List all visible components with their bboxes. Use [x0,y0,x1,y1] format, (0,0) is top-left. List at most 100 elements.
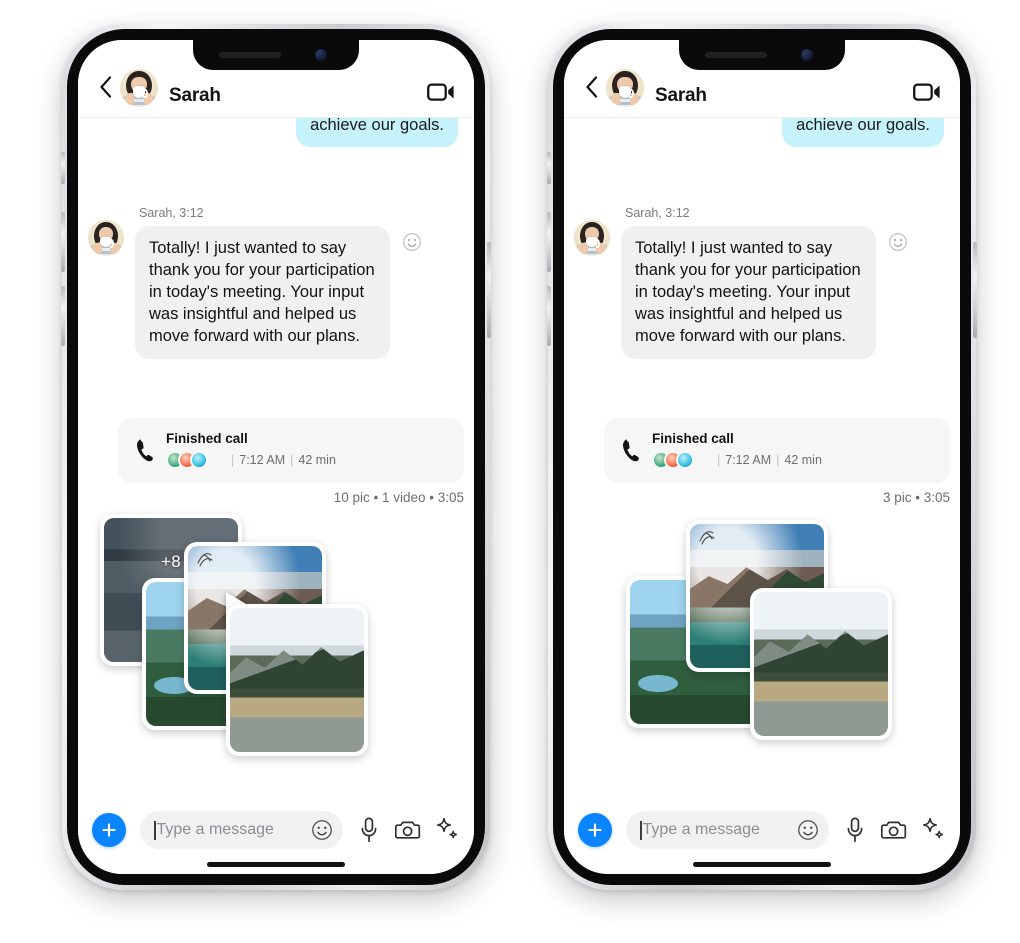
phone-icon [132,436,156,464]
message-meta: Sarah, 3:12 [139,206,204,220]
avatar[interactable] [120,69,158,107]
finished-call-card[interactable]: Finished call | 7:12 AM | 42 min [118,418,464,483]
message-input-placeholder: Type a message [156,821,274,838]
back-button[interactable] [578,67,604,107]
participant-avatar [190,451,208,469]
call-subtitle: | 7:12 AM | 42 min [166,451,336,469]
finished-call-card[interactable]: Finished call | 7:12 AM | 42 min [604,418,950,483]
volume-down-button[interactable] [61,286,65,346]
home-indicator [693,862,831,867]
message-input[interactable]: Type a message [626,811,829,849]
message-meta: Sarah, 3:12 [625,206,690,220]
power-button[interactable] [973,242,977,338]
message-input-placeholder: Type a message [642,821,760,838]
call-separator: | [290,453,294,467]
emoji-button[interactable] [797,819,819,841]
call-subtitle: | 7:12 AM | 42 min [652,451,822,469]
volume-up-button[interactable] [547,212,551,272]
power-button[interactable] [487,242,491,338]
speaker-slot-icon [219,52,281,58]
incoming-message-bubble[interactable]: Totally! I just wanted to say thank you … [135,226,390,360]
message-list[interactable]: achieve our goals. Sarah, 3:12 Totally! … [78,104,474,800]
mute-switch-button[interactable] [547,152,551,184]
message-input[interactable]: Type a message [140,811,343,849]
outgoing-message-text: achieve our goals. [796,116,930,134]
call-participants-avatars [652,451,704,469]
call-duration: 42 min [298,453,336,467]
phone-handset-icon [622,439,639,462]
voice-message-button[interactable] [356,817,382,843]
plus-icon [102,823,116,837]
media-card[interactable] [226,604,368,756]
voice-message-button[interactable] [842,817,868,843]
notch [679,40,845,70]
video-call-button[interactable] [426,77,456,107]
call-title: Finished call [652,431,734,446]
photo-thumbnail [754,592,888,736]
phone-mockup-right: Sarah achieve our goals. Sarah, 3:12 Tot… [547,24,977,890]
phone-icon [618,436,642,464]
front-camera-icon [315,49,327,61]
emoji-button[interactable] [311,819,333,841]
message-list[interactable]: achieve our goals. Sarah, 3:12 Totally! … [564,104,960,800]
add-attachment-button[interactable] [92,813,126,847]
avatar-artwork [120,69,158,107]
call-details: | 7:12 AM | 42 min [226,453,336,467]
back-button[interactable] [92,67,118,107]
ai-suggestions-button[interactable] [920,817,946,843]
avatar-artwork [574,220,610,256]
home-indicator [207,862,345,867]
video-camera-icon [427,83,454,101]
message-avatar[interactable] [574,220,610,256]
speaker-slot-icon [705,52,767,58]
message-avatar[interactable] [88,220,124,256]
text-cursor [154,820,156,840]
incoming-message-body: Sarah, 3:12 Totally! I just wanted to sa… [621,206,950,360]
media-photo-stack[interactable] [574,510,954,762]
front-camera-icon [801,49,813,61]
ai-suggestions-button[interactable] [434,817,460,843]
avatar-artwork [606,69,644,107]
call-card-text: Finished call | 7:12 AM | 42 min [166,431,336,469]
call-participants-avatars [166,451,218,469]
call-separator: | [231,453,235,467]
video-camera-icon [913,83,940,101]
more-items-badge: +8 [161,552,181,571]
incoming-message-row: Sarah, 3:12 Totally! I just wanted to sa… [88,206,464,360]
phone-mockup-left: Sarah achieve our goals. Sarah, 3:12 Tot… [61,24,491,890]
call-duration: 42 min [784,453,822,467]
incoming-message-body: Sarah, 3:12 Totally! I just wanted to sa… [135,206,464,360]
sparkle-icon [922,817,944,839]
media-card[interactable] [750,588,892,740]
add-reaction-button[interactable] [888,232,908,252]
microphone-icon [847,817,863,843]
scribble-mark-icon [699,531,715,545]
camera-button[interactable] [395,817,421,843]
volume-up-button[interactable] [61,212,65,272]
photo-thumbnail [230,608,364,752]
avatar[interactable] [606,69,644,107]
incoming-message-bubble[interactable]: Totally! I just wanted to say thank you … [621,226,876,360]
plus-icon [588,823,602,837]
bubble-line: Totally! I just wanted to say thank you … [621,226,950,360]
add-attachment-button[interactable] [578,813,612,847]
phone-screen-right: Sarah achieve our goals. Sarah, 3:12 Tot… [564,40,960,874]
call-separator: | [776,453,780,467]
call-time: 7:12 AM [239,453,286,467]
smiley-icon [889,233,907,251]
text-cursor [640,820,642,840]
media-photo-stack[interactable]: +8 [88,510,468,762]
media-attachment-label: 10 pic • 1 video • 3:05 [333,490,464,505]
phone-handset-icon [136,439,153,462]
camera-button[interactable] [881,817,907,843]
incoming-message-row: Sarah, 3:12 Totally! I just wanted to sa… [574,206,950,360]
page-title: Sarah [169,85,221,106]
page-title: Sarah [655,85,707,106]
call-separator: | [717,453,721,467]
volume-down-button[interactable] [547,286,551,346]
add-reaction-button[interactable] [402,232,422,252]
avatar-artwork [88,220,124,256]
mute-switch-button[interactable] [61,152,65,184]
video-call-button[interactable] [912,77,942,107]
participant-avatar [676,451,694,469]
